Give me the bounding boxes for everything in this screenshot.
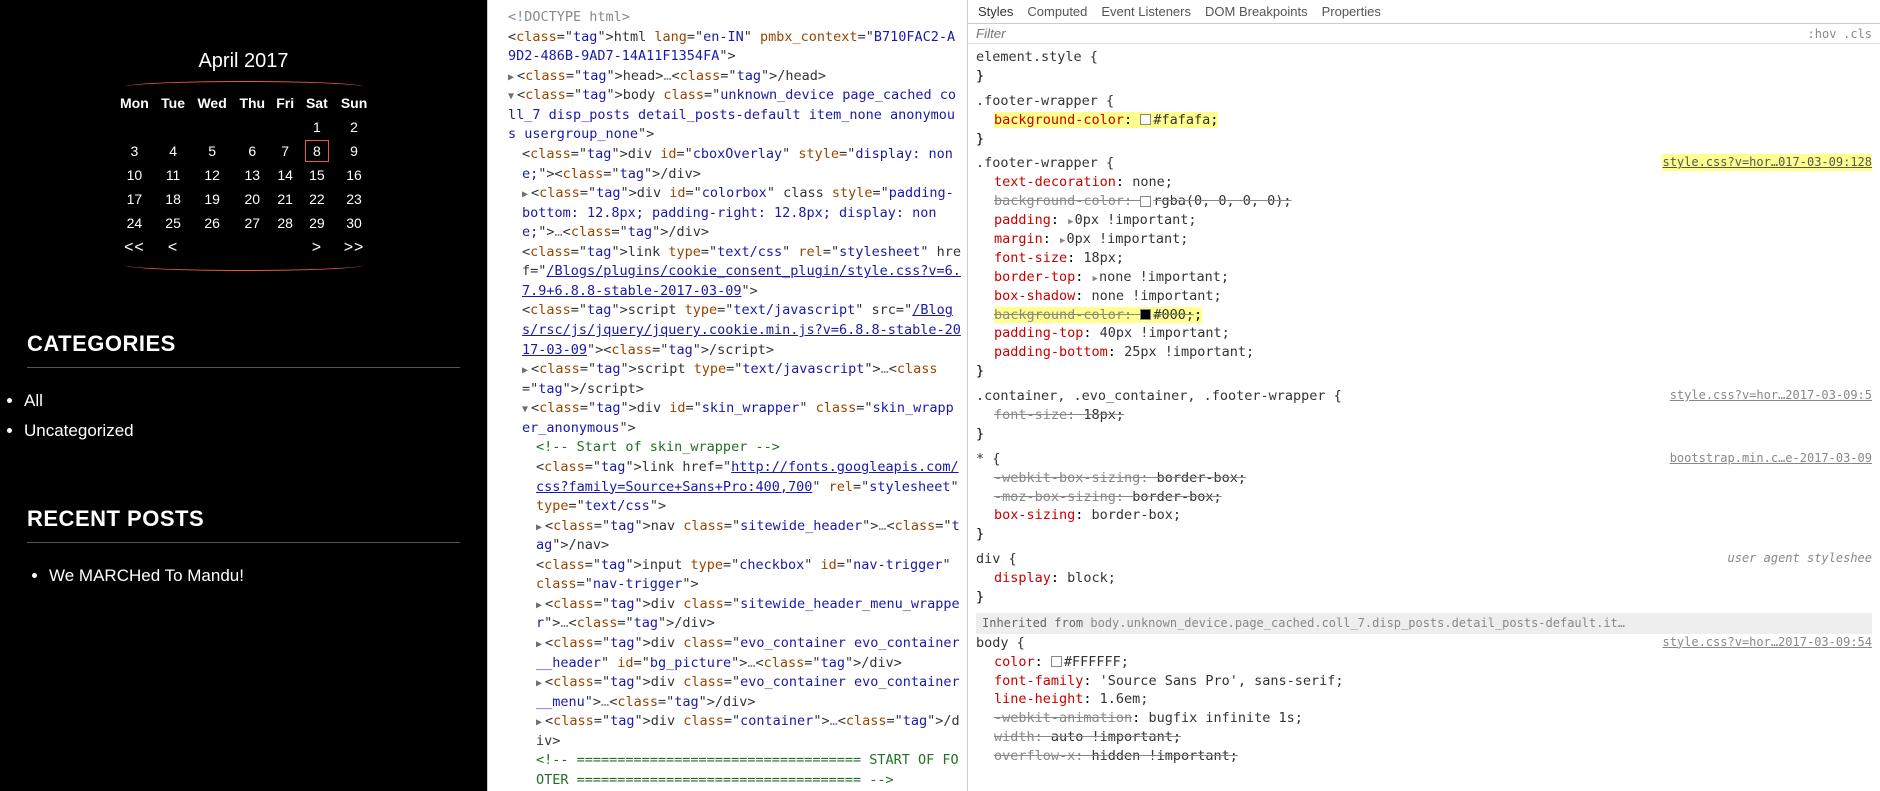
category-item[interactable]: All <box>24 386 460 416</box>
calendar-grid: MonTueWedThuFriSatSun 123456789101112131… <box>114 91 374 261</box>
dom-input[interactable]: <class="tag">input type="checkbox" id="n… <box>494 556 961 595</box>
categories-list: AllUncategorized <box>24 386 460 446</box>
dom-menu-wrapper[interactable]: <class="tag">div class="sitewide_header_… <box>494 595 961 634</box>
calendar-day-cell[interactable]: 22 <box>299 187 334 211</box>
calendar-day-cell[interactable]: 15 <box>299 163 334 187</box>
calendar-day-header: Mon <box>114 91 156 115</box>
calendar-arc-top <box>124 81 364 87</box>
styles-rules-body[interactable]: element.style {}.footer-wrapper {backgro… <box>968 44 1880 791</box>
dom-doctype[interactable]: <!DOCTYPE html> <box>494 8 961 28</box>
calendar-day-cell <box>114 115 156 139</box>
dom-html[interactable]: <class="tag">html lang="en-IN" pmbx_cont… <box>494 28 961 67</box>
dom-cbox[interactable]: <class="tag">div id="cboxOverlay" style=… <box>494 145 961 184</box>
calendar-day-cell[interactable]: 12 <box>191 163 234 187</box>
recent-posts-section: RECENT POSTS We MARCHed To Mandu! <box>0 506 487 591</box>
tab-styles[interactable]: Styles <box>978 4 1013 19</box>
tab-properties[interactable]: Properties <box>1322 4 1381 19</box>
dom-script-jquery[interactable]: <class="tag">script type="text/javascrip… <box>494 301 961 360</box>
calendar-day-cell[interactable]: 8 <box>299 139 334 163</box>
dom-comment-skin[interactable]: <!-- Start of skin_wrapper --> <box>494 438 961 458</box>
calendar-day-cell <box>191 115 234 139</box>
calendar-day-cell[interactable]: 11 <box>155 163 191 187</box>
calendar-day-cell[interactable]: 23 <box>335 187 374 211</box>
calendar-day-cell[interactable]: 24 <box>114 211 156 235</box>
calendar-day-cell <box>271 115 299 139</box>
calendar-arc-bottom <box>124 265 364 271</box>
calendar-day-cell[interactable]: 14 <box>271 163 299 187</box>
calendar-day-cell[interactable]: 17 <box>114 187 156 211</box>
calendar-title: April 2017 <box>114 50 374 73</box>
calendar-day-cell <box>155 115 191 139</box>
calendar-day-cell[interactable]: 25 <box>155 211 191 235</box>
calendar-widget: April 2017 MonTueWedThuFriSatSun 1234567… <box>114 50 374 271</box>
dom-body[interactable]: <class="tag">body class="unknown_device … <box>494 86 961 145</box>
calendar-nav-next[interactable]: > <box>299 235 334 261</box>
calendar-day-cell[interactable]: 18 <box>155 187 191 211</box>
calendar-day-header: Fri <box>271 91 299 115</box>
calendar-day-cell[interactable]: 20 <box>233 187 271 211</box>
recent-posts-heading: RECENT POSTS <box>27 506 460 532</box>
dom-nav[interactable]: <class="tag">nav class="sitewide_header"… <box>494 517 961 556</box>
recent-post-item[interactable]: We MARCHed To Mandu! <box>49 561 460 591</box>
calendar-day-cell[interactable]: 7 <box>271 139 299 163</box>
calendar-day-cell[interactable]: 21 <box>271 187 299 211</box>
divider <box>27 542 460 543</box>
dom-colorbox[interactable]: <class="tag">div id="colorbox" class sty… <box>494 184 961 243</box>
calendar-day-cell[interactable]: 9 <box>335 139 374 163</box>
tab-computed[interactable]: Computed <box>1027 4 1087 19</box>
calendar-day-header: Wed <box>191 91 234 115</box>
calendar-nav-last[interactable]: >> <box>335 235 374 261</box>
calendar-day-cell[interactable]: 3 <box>114 139 156 163</box>
calendar-day-header: Thu <box>233 91 271 115</box>
calendar-nav-prev[interactable]: < <box>155 235 191 261</box>
tab-event-listeners[interactable]: Event Listeners <box>1101 4 1191 19</box>
calendar-day-cell[interactable]: 27 <box>233 211 271 235</box>
calendar-day-cell <box>233 115 271 139</box>
dom-container[interactable]: <class="tag">div class="container">…<cla… <box>494 712 961 751</box>
calendar-day-cell[interactable]: 16 <box>335 163 374 187</box>
calendar-day-cell[interactable]: 28 <box>271 211 299 235</box>
dom-comment-footer[interactable]: <!-- ===================================… <box>494 751 961 790</box>
calendar-day-cell[interactable]: 13 <box>233 163 271 187</box>
devtools-elements-panel[interactable]: <!DOCTYPE html> <class="tag">html lang="… <box>487 0 967 791</box>
calendar-day-header: Tue <box>155 91 191 115</box>
calendar-day-cell[interactable]: 6 <box>233 139 271 163</box>
devtools-styles-panel: Styles Computed Event Listeners DOM Brea… <box>967 0 1880 791</box>
tab-dom-breakpoints[interactable]: DOM Breakpoints <box>1205 4 1308 19</box>
dom-link-cookie[interactable]: <class="tag">link type="text/css" rel="s… <box>494 243 961 302</box>
calendar-day-cell[interactable]: 19 <box>191 187 234 211</box>
calendar-day-cell[interactable]: 26 <box>191 211 234 235</box>
calendar-day-cell[interactable]: 5 <box>191 139 234 163</box>
styles-tabs: Styles Computed Event Listeners DOM Brea… <box>968 0 1880 24</box>
calendar-day-header: Sat <box>299 91 334 115</box>
dom-skin-wrapper[interactable]: <class="tag">div id="skin_wrapper" class… <box>494 399 961 438</box>
categories-section: CATEGORIES AllUncategorized <box>0 331 487 446</box>
divider <box>27 367 460 368</box>
styles-filter-input[interactable] <box>976 26 1808 41</box>
dom-head[interactable]: <class="tag">head>…<class="tag">/head> <box>494 67 961 87</box>
calendar-day-cell[interactable]: 2 <box>335 115 374 139</box>
category-item[interactable]: Uncategorized <box>24 416 460 446</box>
dom-link-fonts[interactable]: <class="tag">link href="http://fonts.goo… <box>494 458 961 517</box>
categories-heading: CATEGORIES <box>27 331 460 357</box>
calendar-day-cell[interactable]: 29 <box>299 211 334 235</box>
calendar-day-cell[interactable]: 10 <box>114 163 156 187</box>
calendar-day-header: Sun <box>335 91 374 115</box>
dom-script-inline[interactable]: <class="tag">script type="text/javascrip… <box>494 360 961 399</box>
calendar-day-cell[interactable]: 30 <box>335 211 374 235</box>
calendar-day-cell[interactable]: 1 <box>299 115 334 139</box>
hov-toggle[interactable]: :hov <box>1808 27 1837 41</box>
styles-filter-row: :hov .cls <box>968 24 1880 44</box>
cls-toggle[interactable]: .cls <box>1843 27 1872 41</box>
website-sidebar: April 2017 MonTueWedThuFriSatSun 1234567… <box>0 0 487 791</box>
dom-evo-header[interactable]: <class="tag">div class="evo_container ev… <box>494 634 961 673</box>
calendar-day-cell[interactable]: 4 <box>155 139 191 163</box>
dom-evo-menu[interactable]: <class="tag">div class="evo_container ev… <box>494 673 961 712</box>
recent-posts-list: We MARCHed To Mandu! <box>49 561 460 591</box>
calendar-nav-first[interactable]: << <box>114 235 156 261</box>
